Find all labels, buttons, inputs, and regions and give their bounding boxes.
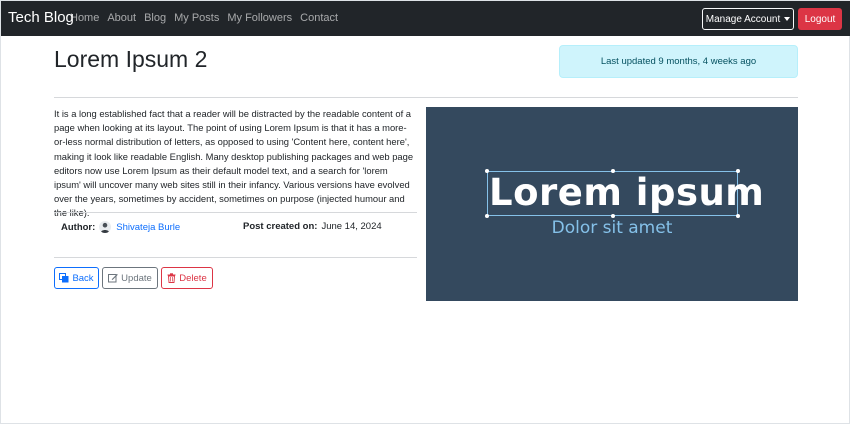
brand-link[interactable]: Tech Blog bbox=[8, 9, 74, 26]
divider bbox=[54, 212, 417, 213]
author-link[interactable]: Shivateja Burle bbox=[116, 222, 180, 233]
post-image: Lorem ipsum Dolor sit amet bbox=[426, 107, 798, 301]
nav-link-my-posts[interactable]: My Posts bbox=[174, 12, 219, 24]
edit-icon bbox=[108, 274, 118, 283]
update-button[interactable]: Update bbox=[102, 267, 158, 289]
post-body: It is a long established fact that a rea… bbox=[54, 108, 414, 218]
nav-link-contact[interactable]: Contact bbox=[300, 12, 338, 24]
divider bbox=[54, 257, 417, 258]
divider bbox=[54, 97, 798, 98]
last-updated-alert: Last updated 9 months, 4 weeks ago bbox=[559, 45, 798, 78]
post-created: Post created on: June 14, 2024 bbox=[243, 221, 382, 232]
update-label: Update bbox=[121, 272, 152, 284]
caret-down-icon bbox=[784, 17, 791, 21]
delete-label: Delete bbox=[179, 272, 207, 284]
nav-link-home[interactable]: Home bbox=[70, 12, 99, 24]
nav-links: Home About Blog My Posts My Followers Co… bbox=[70, 12, 346, 24]
top-navbar: Tech Blog Home About Blog My Posts My Fo… bbox=[1, 1, 850, 36]
nav-link-blog[interactable]: Blog bbox=[144, 12, 166, 24]
back-button[interactable]: Back bbox=[54, 267, 99, 289]
page-title: Lorem Ipsum 2 bbox=[54, 46, 208, 72]
manage-account-label: Manage Account bbox=[705, 13, 781, 25]
back-icon bbox=[59, 273, 69, 283]
nav-link-about[interactable]: About bbox=[107, 12, 136, 24]
created-date: June 14, 2024 bbox=[321, 221, 382, 232]
post-author: Author: Shivateja Burle bbox=[61, 221, 180, 233]
back-label: Back bbox=[72, 272, 94, 284]
nav-link-my-followers[interactable]: My Followers bbox=[227, 12, 292, 24]
author-label: Author: bbox=[61, 221, 96, 233]
delete-button[interactable]: Delete bbox=[161, 267, 213, 289]
image-title: Lorem ipsum bbox=[489, 171, 765, 214]
avatar bbox=[99, 221, 112, 233]
created-label: Post created on: bbox=[243, 221, 318, 232]
trash-icon bbox=[167, 273, 176, 283]
image-subtitle: Dolor sit amet bbox=[551, 218, 673, 238]
manage-account-dropdown[interactable]: Manage Account bbox=[702, 8, 794, 30]
logout-button[interactable]: Logout bbox=[798, 8, 842, 30]
user-avatar-icon bbox=[100, 222, 110, 233]
